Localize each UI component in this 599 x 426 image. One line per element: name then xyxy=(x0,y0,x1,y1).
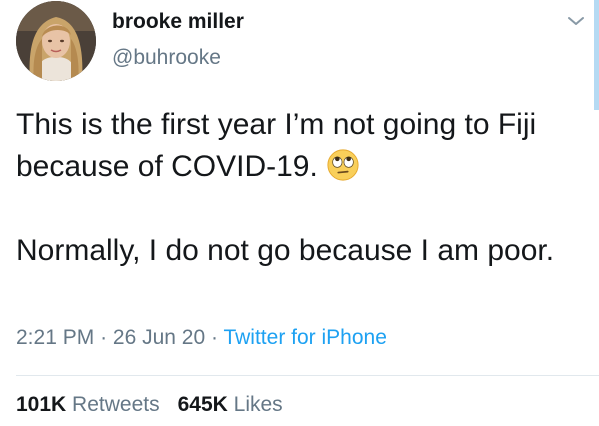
author-display-name[interactable]: brooke miller xyxy=(112,10,244,34)
tweet-meta: 2:21 PM · 26 Jun 20 · Twitter for iPhone xyxy=(16,326,387,350)
tweet-paragraph: Normally, I do not go because I am poor. xyxy=(16,230,576,272)
tweet-date[interactable]: 26 Jun 20 xyxy=(113,326,205,349)
likes-stat[interactable]: 645K Likes xyxy=(178,393,283,416)
meta-separator: · xyxy=(100,326,108,349)
scrollbar[interactable] xyxy=(594,0,599,110)
tweet-stats: 101K Retweets 645K Likes xyxy=(16,393,283,417)
tweet-source-link[interactable]: Twitter for iPhone xyxy=(223,326,386,349)
tweet-paragraph-1-text: This is the first year I’m not going to … xyxy=(16,108,537,183)
avatar[interactable] xyxy=(16,1,96,81)
rolling-eyes-emoji-icon xyxy=(327,149,359,181)
retweets-stat[interactable]: 101K Retweets xyxy=(16,393,160,416)
tweet-paragraph-2-text: Normally, I do not go because I am poor. xyxy=(16,234,555,267)
tweet-text: This is the first year I’m not going to … xyxy=(16,104,576,272)
avatar-image xyxy=(16,1,96,81)
author-handle[interactable]: @buhrooke xyxy=(112,46,221,70)
tweet-paragraph: This is the first year I’m not going to … xyxy=(16,104,576,188)
likes-count: 645K xyxy=(177,393,228,416)
tweet-card: brooke miller @buhrooke This is the firs… xyxy=(0,0,599,426)
tweet-time[interactable]: 2:21 PM xyxy=(16,326,94,349)
retweets-label: Retweets xyxy=(72,393,160,416)
chevron-down-icon[interactable] xyxy=(566,14,586,28)
retweets-count: 101K xyxy=(16,393,67,416)
divider xyxy=(16,375,599,376)
meta-separator: · xyxy=(211,326,218,349)
likes-label: Likes xyxy=(233,393,283,416)
